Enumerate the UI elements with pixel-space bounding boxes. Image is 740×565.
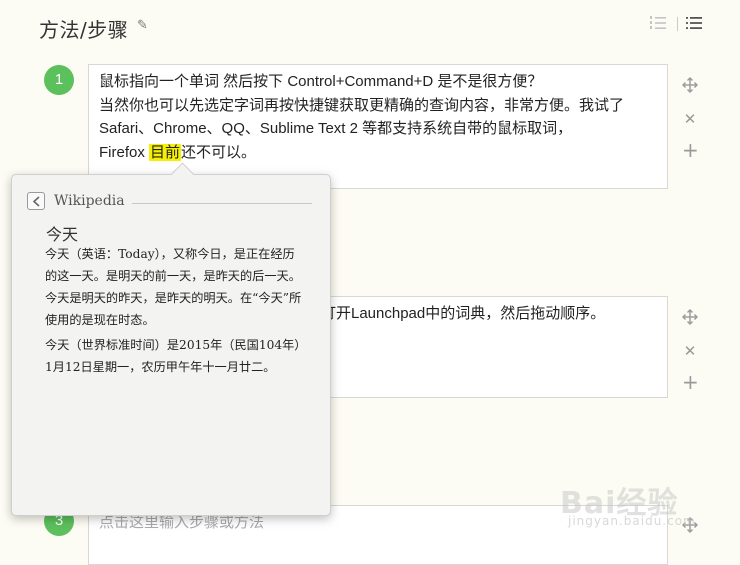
page-title: 方法/步骤	[39, 18, 129, 42]
step-1-line-4-suffix: 还不可以。	[181, 143, 257, 161]
dictionary-source: Wikipedia	[54, 193, 125, 209]
entry-title: 今天	[46, 225, 79, 244]
entry-body: 今天（英语：Today），又称今日，是正在经历的这一天。是明天的前一天，是昨天的…	[45, 243, 303, 381]
delete-icon[interactable]: ✕	[682, 111, 698, 127]
edit-pencil-icon[interactable]: ✎	[137, 18, 148, 33]
back-button[interactable]	[27, 192, 45, 210]
delete-icon[interactable]: ✕	[682, 343, 698, 359]
chevron-left-icon	[32, 196, 40, 207]
add-icon[interactable]: +	[682, 372, 699, 392]
add-icon[interactable]: +	[682, 140, 699, 160]
step-1-text[interactable]: 鼠标指向一个单词 然后按下 Control+Command+D 是不是很方便？ …	[89, 65, 667, 169]
step-1-line-2: 当然你也可以先选定字词再按快捷键获取更精确的查询内容，非常方便。我试了	[99, 96, 625, 114]
baidu-watermark: Bai经验 jingyan.baidu.com	[560, 470, 730, 538]
step-1-line-4-prefix: Firefox	[99, 143, 150, 161]
move-icon[interactable]	[682, 77, 698, 96]
dictionary-popup: Wikipedia 今天 今天（英语：Today），又称今日，是正在经历的这一天…	[11, 162, 331, 516]
ordered-list-icon[interactable]	[649, 14, 667, 36]
source-divider	[132, 203, 312, 204]
highlighted-word: 目前	[149, 143, 182, 161]
watermark-url: jingyan.baidu.com	[568, 514, 696, 528]
step-number-1: 1	[44, 65, 74, 95]
entry-paragraph: 今天（世界标准时间）是2015年（民国104年）1月12日星期一，农历甲午年十一…	[45, 338, 301, 374]
step-1-line-1: 鼠标指向一个单词 然后按下 Control+Command+D 是不是很方便？	[99, 73, 543, 90]
step-1-line-3: Safari、Chrome、QQ、Sublime Text 2 等都支持系统自带…	[99, 120, 573, 137]
header-divider	[677, 17, 678, 31]
step-1-line-4: Firefox 目前还不可以。	[99, 141, 657, 165]
move-icon[interactable]	[682, 309, 698, 328]
bullet-list-icon[interactable]	[685, 14, 703, 36]
entry-paragraph: 今天（英语：Today），又称今日，是正在经历的这一天。是明天的前一天，是昨天的…	[45, 247, 302, 327]
